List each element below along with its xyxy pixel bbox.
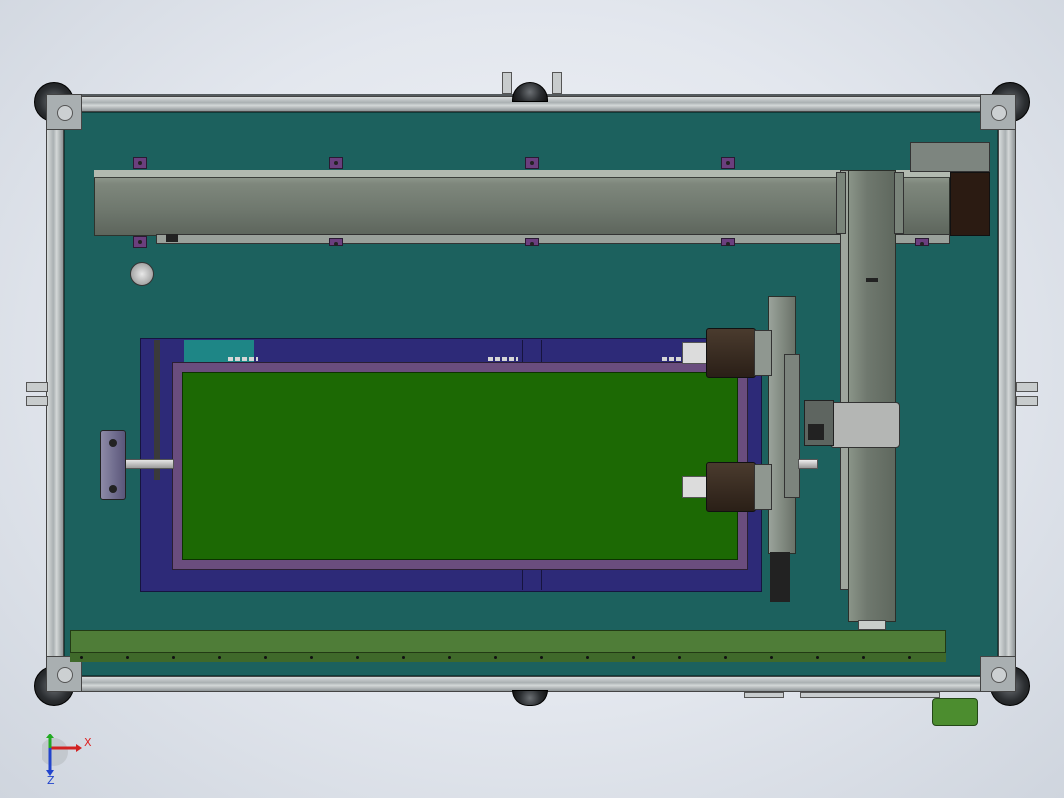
screw-row: [488, 357, 518, 361]
triad-graphic: X Y Z: [40, 724, 92, 787]
triad-x-label: X: [84, 736, 92, 749]
mount-tab: [133, 236, 147, 248]
corner-bracket: [980, 656, 1016, 692]
gantry-carriage: [784, 354, 800, 498]
linear-module-top-strip: [94, 170, 950, 178]
side-latch: [26, 396, 48, 406]
bolt-dot: [816, 656, 819, 659]
frame-rail-right: [998, 110, 1016, 682]
bolt-dot: [908, 656, 911, 659]
end-stop: [166, 234, 178, 242]
side-latch: [26, 382, 48, 392]
mount-tab: [915, 238, 929, 246]
mount-tab: [721, 157, 735, 169]
mount-tab: [525, 157, 539, 169]
stepper-motor-icon: [706, 462, 756, 512]
mount-tab: [329, 157, 343, 169]
bolt-dot: [632, 656, 635, 659]
rail-marker: [866, 278, 878, 282]
stepper-flange: [754, 464, 772, 510]
bottom-rail-edge: [70, 652, 946, 662]
bolt-dot: [494, 656, 497, 659]
screw-row: [228, 357, 258, 361]
stepper-flange: [754, 330, 772, 376]
carriage-plate: [836, 172, 846, 234]
frame-rail-left: [46, 110, 64, 682]
stepper-motor-icon: [706, 328, 756, 378]
work-table-surface: [182, 372, 738, 560]
mount-tab: [721, 238, 735, 246]
mount-tab: [525, 238, 539, 246]
bolt-dot: [770, 656, 773, 659]
gantry-motor: [770, 552, 790, 602]
bolt-dot: [862, 656, 865, 659]
corner-bracket: [980, 94, 1016, 130]
round-fixture: [130, 262, 154, 286]
mount-tab: [329, 238, 343, 246]
frame-handle: [552, 72, 562, 94]
servo-motor-housing: [910, 142, 990, 172]
spindle-rod: [122, 459, 174, 469]
triad-z-label: Z: [47, 774, 55, 784]
linear-module-vertical-foot: [858, 620, 886, 630]
z-motor-face: [808, 424, 824, 440]
bolt-dot: [310, 656, 313, 659]
carriage-plate: [894, 172, 904, 234]
frame-handle: [502, 72, 512, 94]
bolt-dot: [126, 656, 129, 659]
bottom-tab: [744, 692, 784, 698]
bolt-dot: [402, 656, 405, 659]
bolt-dot: [586, 656, 589, 659]
linear-module-vertical: [848, 170, 896, 622]
triad-y-label: Y: [43, 734, 51, 737]
foot-pedal[interactable]: [932, 698, 978, 726]
side-latch: [1016, 396, 1038, 406]
bolt-dot: [540, 656, 543, 659]
caster-wheel-icon: [512, 690, 548, 706]
spindle-bracket: [100, 430, 126, 500]
coordinate-triad-icon: X Y Z: [40, 724, 102, 787]
bolt-hole: [109, 439, 117, 447]
corner-bracket: [46, 94, 82, 130]
mount-tab: [133, 157, 147, 169]
output-shaft: [798, 459, 818, 469]
bolt-dot: [356, 656, 359, 659]
bolt-hole: [109, 485, 117, 493]
linear-module-top: [94, 170, 950, 236]
bolt-dot: [172, 656, 175, 659]
servo-motor: [950, 172, 990, 236]
z-slider-plate: [830, 402, 900, 448]
side-latch: [1016, 382, 1038, 392]
bolt-dot: [448, 656, 451, 659]
bolt-dot: [264, 656, 267, 659]
bolt-dot: [218, 656, 221, 659]
bolt-dot: [80, 656, 83, 659]
bottom-tab: [800, 692, 940, 698]
bolt-dot: [724, 656, 727, 659]
caster-wheel-icon: [512, 82, 548, 102]
bolt-dot: [678, 656, 681, 659]
linear-module-top-base: [156, 234, 950, 244]
